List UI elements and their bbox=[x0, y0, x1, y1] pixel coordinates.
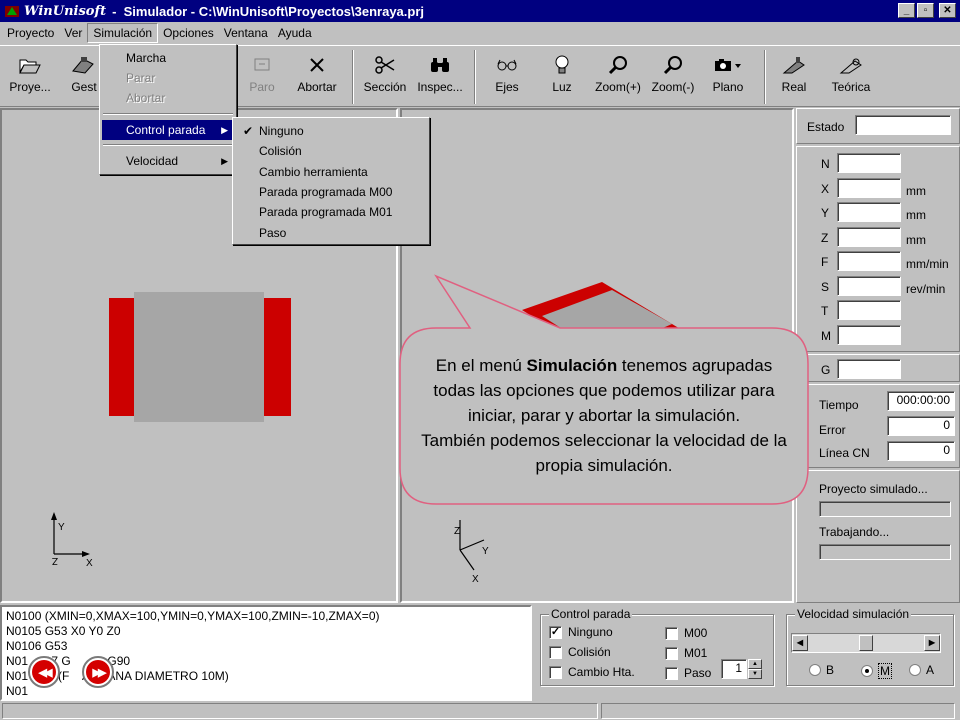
callout-text-start: En el menú bbox=[435, 355, 527, 375]
callout-bold-word: Simulación bbox=[526, 355, 618, 375]
callout-text: En el menú Simulación tenemos agrupadas … bbox=[400, 326, 808, 504]
callout-text-line2: También podemos seleccionar la velocidad… bbox=[421, 430, 787, 475]
